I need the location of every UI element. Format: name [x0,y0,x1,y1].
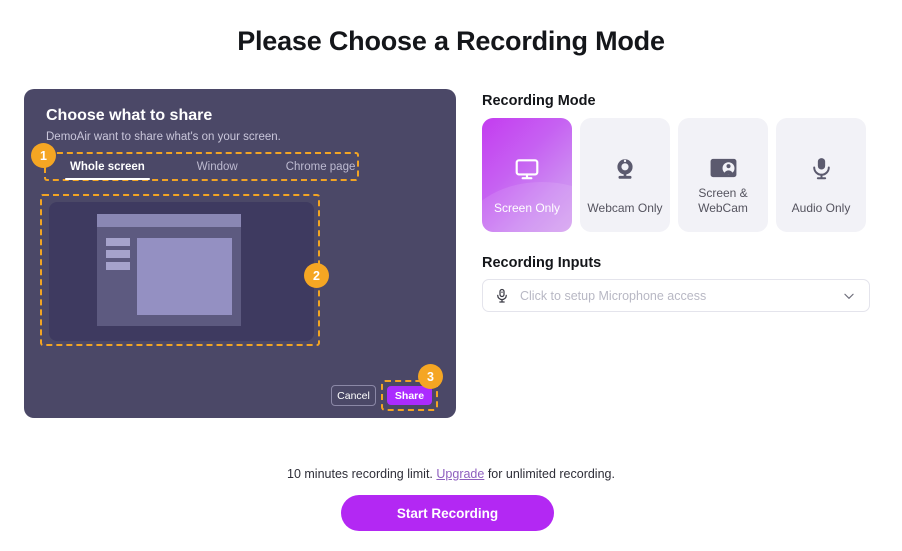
mockup-sidebar-row [106,238,130,246]
microphone-access-select[interactable]: Click to setup Microphone access [482,279,870,312]
limit-note-prefix: 10 minutes recording limit. [287,467,437,481]
mode-card-label: Screen & WebCam [698,186,748,215]
start-recording-button[interactable]: Start Recording [341,495,554,531]
screen-preview-thumbnail[interactable] [49,202,314,341]
mode-card-label: Screen Only [493,201,561,215]
page-title: Please Choose a Recording Mode [237,26,665,56]
tab-whole-screen[interactable]: Whole screen [65,154,150,180]
mockup-sidebar-row [106,250,130,258]
share-dialog-panel: Choose what to share DemoAir want to sha… [24,89,456,418]
tab-window[interactable]: Window [197,154,238,179]
upgrade-link[interactable]: Upgrade [436,467,484,481]
recording-mode-options: Screen Only Webcam Only Screen & WebCam … [482,118,866,232]
microphone-icon [494,288,510,304]
mode-card-label: Audio Only [791,201,851,215]
mode-card-screen-only[interactable]: Screen Only [482,118,572,232]
share-dialog-subtitle: DemoAir want to share what's on your scr… [46,131,281,143]
mode-card-screen-and-webcam[interactable]: Screen & WebCam [678,118,768,232]
recording-mode-page: Please Choose a Recording Mode Choose wh… [0,0,902,551]
share-tabs-highlight: Whole screen Window Chrome page [44,152,359,181]
recording-limit-note: 10 minutes recording limit. Upgrade for … [0,467,902,481]
cancel-button[interactable]: Cancel [331,385,376,406]
mode-card-label: Webcam Only [587,201,663,215]
microphone-placeholder: Click to setup Microphone access [520,288,707,303]
share-button[interactable]: Share [387,386,432,405]
chevron-down-icon[interactable] [842,289,856,303]
recording-inputs-label: Recording Inputs [482,255,602,271]
step-badge-3: 3 [418,364,443,389]
share-tabs: Whole screen Window Chrome page [46,154,357,180]
recording-mode-label: Recording Mode [482,93,596,109]
mockup-titlebar [97,214,241,227]
monitor-icon [482,156,572,182]
step-badge-2: 2 [304,263,329,288]
mode-card-webcam-only[interactable]: Webcam Only [580,118,670,232]
microphone-icon [776,156,866,181]
screen-preview-highlight [40,194,320,346]
browser-window-mockup-icon [97,214,241,326]
webcam-icon [580,156,670,182]
tab-chrome-page[interactable]: Chrome page [286,154,356,179]
step-badge-1: 1 [31,143,56,168]
screen-webcam-icon [678,156,768,180]
mode-card-audio-only[interactable]: Audio Only [776,118,866,232]
mockup-sidebar-row [106,262,130,270]
share-dialog-title: Choose what to share [46,107,213,124]
limit-note-suffix: for unlimited recording. [484,467,615,481]
mockup-content-area [137,238,232,315]
